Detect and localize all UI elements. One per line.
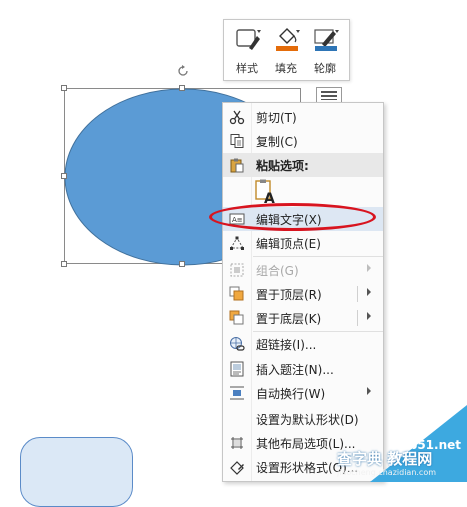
resize-handle[interactable] [179,261,185,267]
resize-handle[interactable] [61,173,67,179]
send-to-back-icon [229,310,244,325]
rounded-rectangle-shape[interactable] [20,437,133,507]
clipboard-icon [230,158,244,173]
fill-button[interactable]: 填充 [268,26,304,76]
paste-options-header: 粘贴选项: [223,153,383,177]
paste-keep-text-only-icon[interactable]: A [253,179,279,205]
highlight-annotation [209,203,376,231]
style-button[interactable]: 样式 [229,26,265,76]
resize-handle[interactable] [61,261,67,267]
pen-outline-icon [314,29,339,51]
submenu-arrow-icon [367,387,371,395]
submenu-arrow-icon[interactable] [367,312,371,320]
bring-to-front-icon [229,286,244,301]
group-icon [230,263,244,277]
rotate-handle-icon[interactable] [176,64,190,78]
context-menu: 剪切(T) 复制(C) 粘贴选项: A A≡ 编辑文字(X) 编辑顶点(E) 组… [222,102,384,482]
resize-handle[interactable] [179,85,185,91]
menu-item-bring-to-front[interactable]: 置于顶层(R) [223,282,383,306]
mini-toolbar: 样式 填充 轮廓 [223,19,350,81]
paint-bucket-icon [276,28,300,51]
menu-item-group[interactable]: 组合(G) [223,258,383,282]
insert-caption-icon [230,361,244,377]
menu-item-edit-points[interactable]: 编辑顶点(E) [223,231,383,255]
menu-item-wrap-text[interactable]: 自动换行(W) [223,381,383,405]
shape-style-icon [236,29,261,50]
resize-handle[interactable] [61,85,67,91]
menu-item-cut[interactable]: 剪切(T) [223,105,383,129]
wrap-text-icon [230,386,244,400]
submenu-arrow-icon [367,264,371,272]
copy-icon [230,134,244,148]
menu-item-insert-caption[interactable]: 插入题注(N)... [223,357,383,381]
scissors-icon [229,110,245,125]
hyperlink-icon [230,337,245,351]
format-shape-icon [230,461,244,475]
menu-separator [253,256,383,257]
menu-item-hyperlink[interactable]: 超链接(I)... [223,332,383,356]
menu-item-send-to-back[interactable]: 置于底层(K) [223,306,383,330]
layout-options-icon[interactable] [316,87,342,103]
menu-item-copy[interactable]: 复制(C) [223,129,383,153]
menu-item-set-default-shape[interactable]: 设置为默认形状(D) [223,407,383,431]
submenu-arrow-icon[interactable] [367,288,371,296]
layout-options-icon [231,437,243,449]
watermark: jb51.net 查字典 教程网 jiaocheng.chazidian.com [337,438,461,477]
edit-points-icon [230,236,244,250]
outline-button[interactable]: 轮廓 [307,26,343,76]
